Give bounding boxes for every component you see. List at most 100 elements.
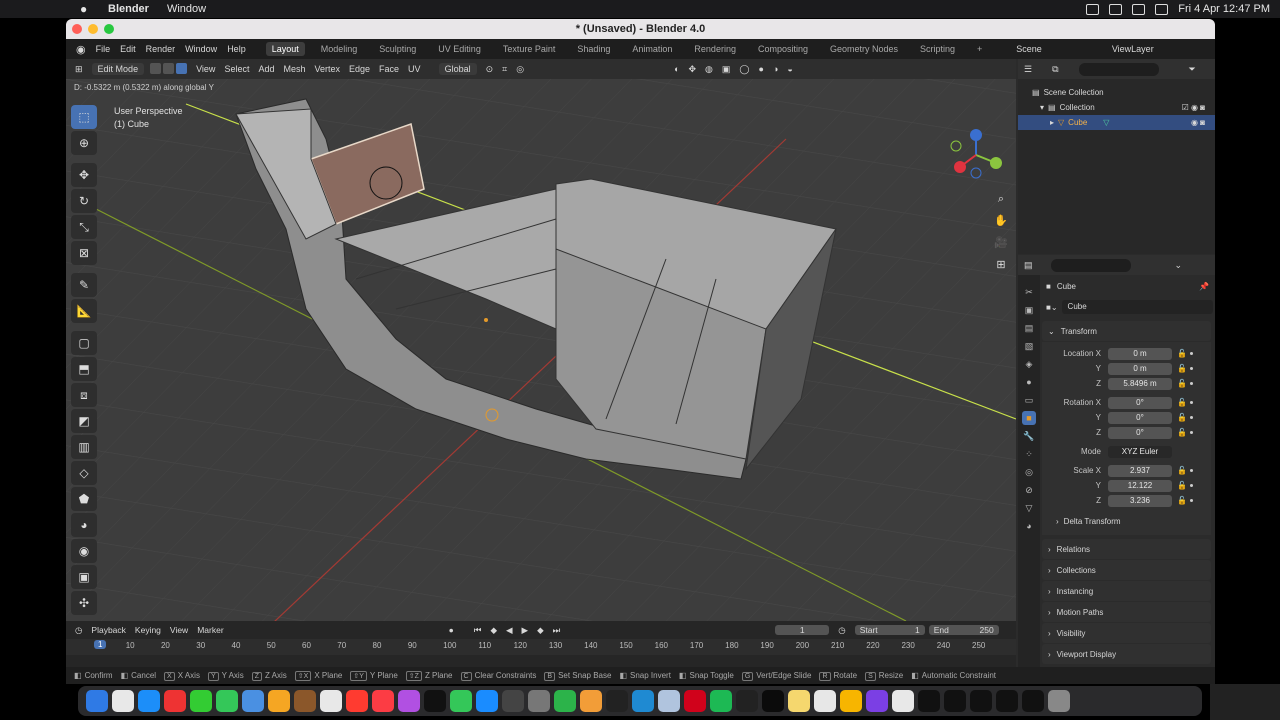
dock-app-icon[interactable] xyxy=(762,690,784,712)
vertex-select-icon[interactable] xyxy=(150,62,162,74)
transform-panel-header[interactable]: ⌄ Transform xyxy=(1042,321,1211,341)
mesh-data-icon[interactable]: ▽ xyxy=(1103,118,1109,127)
dock-app-icon[interactable] xyxy=(476,690,498,712)
object-type-icon[interactable]: ■⌄ xyxy=(1046,303,1058,312)
scene-tab-icon[interactable]: ◈ xyxy=(1022,357,1036,371)
add-cube-icon[interactable]: ▢ xyxy=(71,331,97,355)
jump-end-icon[interactable]: ⏭ xyxy=(553,625,561,636)
dock-app-icon[interactable] xyxy=(554,690,576,712)
rotation-y-field[interactable]: 0° xyxy=(1108,411,1172,424)
dock-app-icon[interactable] xyxy=(86,690,108,712)
dock-app-icon[interactable] xyxy=(658,690,680,712)
scale-x-field[interactable]: 2.937 xyxy=(1108,464,1172,477)
dock-app-icon[interactable] xyxy=(866,690,888,712)
overlay-toggle-icon[interactable]: ◍ xyxy=(705,64,713,75)
expand-icon[interactable]: ▾ xyxy=(1040,103,1044,112)
dock-app-icon[interactable] xyxy=(684,690,706,712)
tool-tab-icon[interactable]: ✂ xyxy=(1022,285,1036,299)
workspace-tab-geometry-nodes[interactable]: Geometry Nodes xyxy=(824,42,904,56)
dock-app-icon[interactable] xyxy=(424,690,446,712)
transform-icon[interactable]: ⊠ xyxy=(71,241,97,265)
shading-wire-icon[interactable]: ◯ xyxy=(739,64,749,75)
lock-icon[interactable]: 🔓 xyxy=(1177,466,1187,475)
menu-render[interactable]: Render xyxy=(146,44,176,54)
menu-help[interactable]: Help xyxy=(227,44,246,54)
keyframe-dot-icon[interactable] xyxy=(1190,484,1193,487)
proportional-edit-icon[interactable]: ◎ xyxy=(516,64,524,75)
workspace-tab-rendering[interactable]: Rendering xyxy=(688,42,742,56)
dock-app-icon[interactable] xyxy=(944,690,966,712)
knife-icon[interactable]: ◇ xyxy=(71,461,97,485)
zoom-window-button[interactable] xyxy=(104,24,114,34)
editor-type-icon[interactable]: ⊞ xyxy=(75,64,83,75)
header-menu-uv[interactable]: UV xyxy=(408,64,421,74)
material-tab-icon[interactable]: ◕ xyxy=(1022,519,1036,533)
dock-app-icon[interactable] xyxy=(710,690,732,712)
frame-ruler[interactable]: 1 10 20 30 40 50 60 70 80 90 100 110 120 130 140 150 160… xyxy=(66,639,1016,655)
spin-icon[interactable]: ◕ xyxy=(71,513,97,537)
workspace-tab-uv-editing[interactable]: UV Editing xyxy=(432,42,487,56)
dock-app-icon[interactable] xyxy=(840,690,862,712)
lock-icon[interactable]: 🔓 xyxy=(1177,481,1187,490)
menu-window[interactable]: Window xyxy=(185,44,217,54)
rotation-mode-dropdown[interactable]: XYZ Euler xyxy=(1108,445,1172,458)
add-workspace-button[interactable]: + xyxy=(971,42,988,56)
close-window-button[interactable] xyxy=(72,24,82,34)
pivot-icon[interactable]: ⊙ xyxy=(486,64,494,75)
dock-app-icon[interactable] xyxy=(1022,690,1044,712)
collections-panel[interactable]: › Collections xyxy=(1042,560,1211,580)
object-name[interactable]: Cube xyxy=(1057,282,1076,291)
shear-icon[interactable]: ✣ xyxy=(71,591,97,615)
inset-icon[interactable]: ⧈ xyxy=(71,383,97,407)
mac-window-menu[interactable]: Window xyxy=(167,3,206,15)
outliner-row-cube[interactable]: ▸ ▽ Cube ▽ ◉ ◙ xyxy=(1018,115,1215,130)
viewport-display-panel[interactable]: › Viewport Display xyxy=(1042,644,1211,664)
dock-app-icon[interactable] xyxy=(190,690,212,712)
dock-app-icon[interactable] xyxy=(970,690,992,712)
shading-rendered-icon[interactable]: ◒ xyxy=(787,64,792,74)
lock-icon[interactable]: 🔓 xyxy=(1177,398,1187,407)
dock-app-icon[interactable] xyxy=(294,690,316,712)
dock-app-icon[interactable] xyxy=(268,690,290,712)
dock-app-icon[interactable] xyxy=(372,690,394,712)
play-icon[interactable]: ▶ xyxy=(522,625,529,636)
data-tab-icon[interactable]: ▽ xyxy=(1022,501,1036,515)
menu-edit[interactable]: Edit xyxy=(120,44,136,54)
snap-icon[interactable]: ⌗ xyxy=(502,64,507,75)
view-layer-tab-icon[interactable]: ▧ xyxy=(1022,339,1036,353)
dock-app-icon[interactable] xyxy=(918,690,940,712)
workspace-tab-texture-paint[interactable]: Texture Paint xyxy=(497,42,562,56)
play-reverse-icon[interactable]: ◀ xyxy=(506,625,513,636)
header-menu-face[interactable]: Face xyxy=(379,64,399,74)
dock-app-icon[interactable] xyxy=(502,690,524,712)
outliner-search-input[interactable] xyxy=(1078,62,1159,76)
scale-icon[interactable]: ⤡ xyxy=(71,215,97,239)
filter-icon[interactable]: ⏷ xyxy=(1189,64,1196,75)
rotation-x-field[interactable]: 0° xyxy=(1108,396,1172,409)
datablock-name-field[interactable]: Cube xyxy=(1061,300,1213,314)
3d-viewport[interactable]: D: -0.5322 m (0.5322 m) along global Y U… xyxy=(66,79,1016,621)
output-tab-icon[interactable]: ▤ xyxy=(1022,321,1036,335)
keyframe-dot-icon[interactable] xyxy=(1190,401,1193,404)
lock-icon[interactable]: 🔓 xyxy=(1177,496,1187,505)
header-menu-add[interactable]: Add xyxy=(258,64,274,74)
header-menu-select[interactable]: Select xyxy=(224,64,249,74)
visibility-panel[interactable]: › Visibility xyxy=(1042,623,1211,643)
collection-tab-icon[interactable]: ▭ xyxy=(1022,393,1036,407)
keyframe-dot-icon[interactable] xyxy=(1190,416,1193,419)
instancing-panel[interactable]: › Instancing xyxy=(1042,581,1211,601)
shading-solid-icon[interactable]: ● xyxy=(759,64,764,74)
location-x-field[interactable]: 0 m xyxy=(1108,347,1172,360)
world-tab-icon[interactable]: ● xyxy=(1022,375,1036,389)
keyframe-dot-icon[interactable] xyxy=(1190,499,1193,502)
timeline-menu-playback[interactable]: Playback xyxy=(91,625,126,635)
rotate-icon[interactable]: ↻ xyxy=(71,189,97,213)
keyframe-dot-icon[interactable] xyxy=(1190,469,1193,472)
battery-icon[interactable] xyxy=(1132,3,1146,15)
navigation-gizmo[interactable] xyxy=(946,127,1006,183)
workspace-tab-modeling[interactable]: Modeling xyxy=(315,42,364,56)
motion-paths-panel[interactable]: › Motion Paths xyxy=(1042,602,1211,622)
dock-app-icon[interactable] xyxy=(528,690,550,712)
dock-app-icon[interactable] xyxy=(1048,690,1070,712)
physics-tab-icon[interactable]: ◎ xyxy=(1022,465,1036,479)
